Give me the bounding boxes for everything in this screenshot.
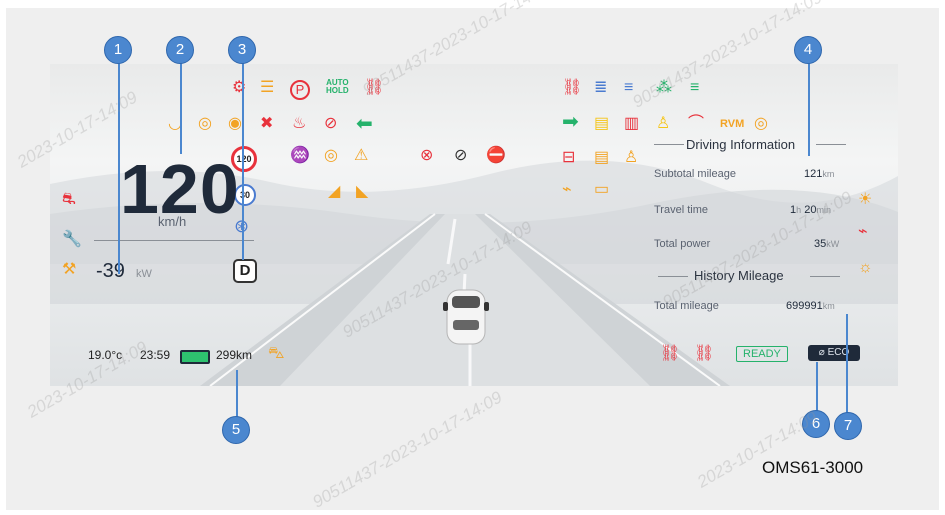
rear-seatbelt-right-icon: ⛓ bbox=[694, 345, 715, 362]
callout-2: 2 bbox=[166, 36, 194, 64]
subtotal-mileage-value: 121km bbox=[804, 168, 835, 180]
epb-fault-icon: ◎ bbox=[754, 115, 768, 132]
service-icon: ⚒ bbox=[62, 261, 77, 278]
charging-battery-icon: ⊟ bbox=[562, 149, 576, 166]
auto-hold-icon: AUTO HOLD bbox=[326, 78, 349, 95]
wrench-icon: 🔧 bbox=[62, 231, 82, 248]
seat-occupancy-icon: ♙ bbox=[656, 115, 671, 132]
total-power-value: 35kW bbox=[814, 238, 840, 250]
subtotal-mileage-label: Subtotal mileage bbox=[654, 168, 736, 180]
battery-fault-icon: ▥ bbox=[624, 115, 640, 132]
rvm-indicator: RVM bbox=[720, 118, 745, 130]
instrument-cluster: ⛐ 🔧 ⚒ ⚙ ☰ P AUTO HOLD ⛓ ◡ ◎ ◉ ✖ ♨ ⊘ ⬅ 120… bbox=[50, 64, 898, 386]
callout-4: 4 bbox=[794, 36, 822, 64]
callout-7: 7 bbox=[834, 412, 862, 440]
high-beam-icon: ☰ bbox=[260, 79, 275, 96]
power-value: -39 bbox=[96, 260, 125, 282]
charging-cable-icon: ⌁ bbox=[562, 181, 572, 198]
travel-time-label: Travel time bbox=[654, 204, 708, 216]
speed-unit: km/h bbox=[158, 214, 187, 229]
model-label: OMS61-3000 bbox=[762, 458, 864, 477]
airbag-icon: ✖ bbox=[260, 115, 274, 132]
abs-icon: ◎ bbox=[198, 115, 212, 132]
total-power-label: Total power bbox=[654, 238, 711, 250]
power-unit: kW bbox=[136, 268, 152, 280]
callout-5: 5 bbox=[222, 416, 250, 444]
no-entry-icon: ⛔ bbox=[486, 147, 506, 164]
callout-line-6 bbox=[816, 362, 818, 414]
remaining-range: 299km bbox=[216, 348, 253, 362]
seat-heater-icon: ♒ bbox=[290, 147, 310, 164]
hood-open-icon: ◣ bbox=[356, 183, 369, 200]
callout-1: 1 bbox=[104, 36, 132, 64]
driver-attention-icon: ♙ bbox=[624, 149, 639, 166]
turn-right-icon: ➡ bbox=[562, 111, 579, 133]
leaf-icon: ⌀ bbox=[818, 347, 828, 358]
eco-mode-indicator: ⌀ ECO bbox=[808, 345, 860, 361]
brake-system-icon: ⊘ bbox=[324, 115, 338, 132]
sun-icon: ☀ bbox=[858, 191, 873, 208]
gear-indicator: D bbox=[233, 259, 257, 283]
motor-fault-icon: ⚙ bbox=[232, 79, 247, 96]
low-battery-icon: ▤ bbox=[594, 115, 610, 132]
callout-line-2 bbox=[180, 62, 182, 154]
ready-indicator: READY bbox=[736, 346, 788, 362]
driving-info-title: Driving Information bbox=[686, 137, 796, 152]
vehicle-image bbox=[443, 289, 489, 345]
motor-overheat-icon: ⛐ bbox=[62, 191, 76, 208]
power-limit-icon: ▤ bbox=[594, 149, 610, 166]
window-icon: ▭ bbox=[594, 181, 610, 198]
callout-line-7 bbox=[846, 314, 848, 414]
parking-brake-icon: P bbox=[290, 80, 310, 100]
passenger-seatbelt-icon: ⛓ bbox=[562, 79, 583, 96]
lamp-fault-icon: ☼ bbox=[858, 259, 873, 276]
general-warning-icon: ⚠ bbox=[354, 147, 369, 164]
no-u-turn-icon: ⊗ bbox=[420, 147, 434, 164]
brake-warning-icon: ◉ bbox=[228, 115, 242, 132]
washer-icon: ◢ bbox=[328, 183, 341, 200]
steering-fault-icon: ⌒ bbox=[688, 115, 705, 132]
callout-line-3 bbox=[242, 62, 244, 260]
rear-seatbelt-left-icon: ⛓ bbox=[660, 345, 681, 362]
turn-left-icon: ⬅ bbox=[356, 113, 373, 135]
auto-headlight-icon: ≣ bbox=[594, 79, 608, 96]
charging-plug-icon: ⌁ bbox=[858, 223, 868, 240]
callout-3: 3 bbox=[228, 36, 256, 64]
end-restriction-icon: ⊘ bbox=[454, 147, 468, 164]
callout-line-4 bbox=[808, 62, 810, 156]
total-mileage-value: 699991km bbox=[786, 300, 835, 312]
oil-pressure-icon: ♨ bbox=[292, 115, 307, 132]
car-ahead-icon: ⛍ bbox=[268, 345, 285, 362]
battery-icon bbox=[180, 350, 210, 364]
callout-line-5 bbox=[236, 370, 238, 418]
brake-pad-icon: ◎ bbox=[324, 147, 338, 164]
